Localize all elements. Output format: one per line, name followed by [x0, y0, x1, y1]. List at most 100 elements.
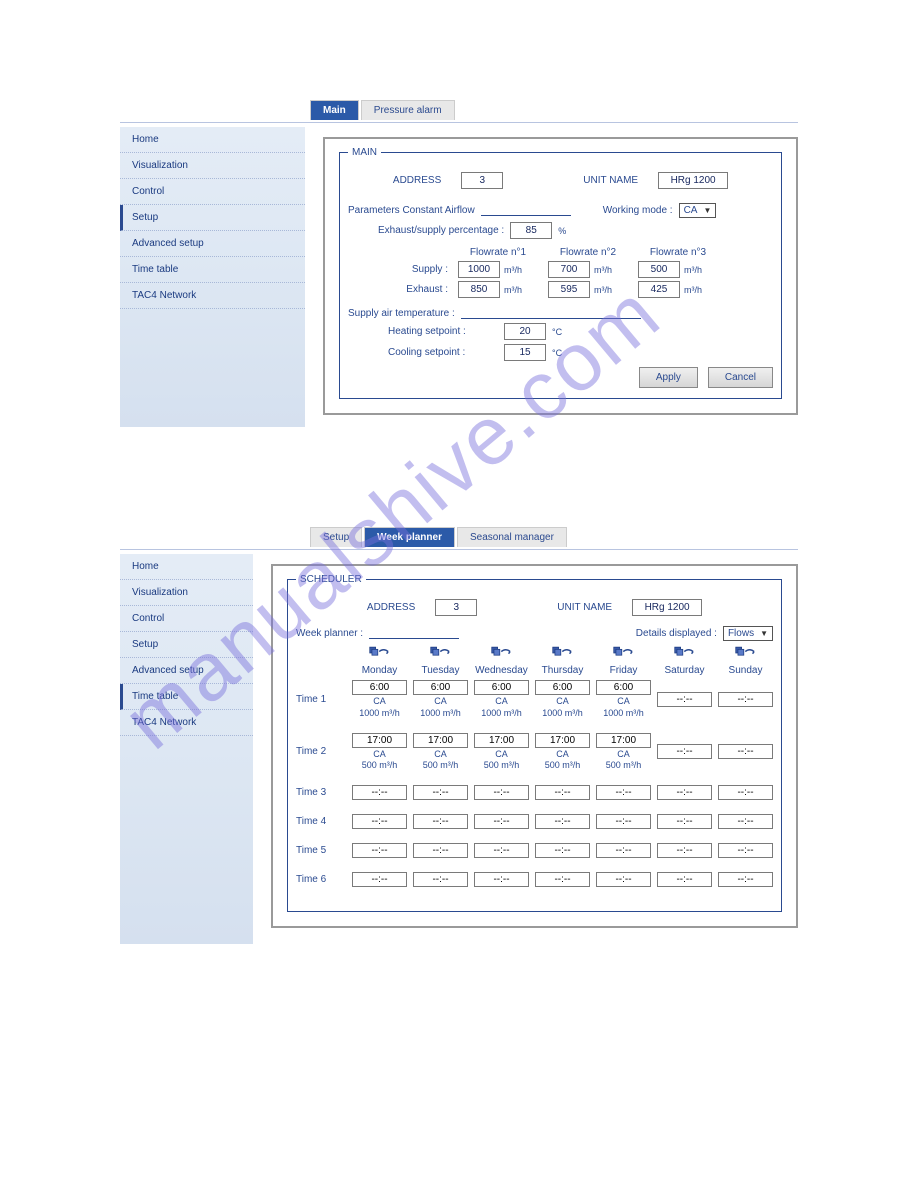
time-cell[interactable]: --:-- — [657, 692, 712, 707]
time-cell[interactable]: --:-- — [657, 843, 712, 858]
copy-day-icon[interactable] — [657, 645, 712, 661]
time-cell[interactable]: --:-- — [413, 785, 468, 800]
sidebar-item-visualization[interactable]: Visualization — [120, 153, 305, 179]
time-cell[interactable]: 17:00 — [352, 733, 407, 748]
time-cell-mode: CA — [352, 749, 407, 760]
time-cell[interactable]: --:-- — [535, 814, 590, 829]
exhaust-1[interactable]: 850 — [458, 281, 500, 298]
cool-value[interactable]: 15 — [504, 344, 546, 361]
time-cell[interactable]: 6:00 — [474, 680, 529, 695]
address-value[interactable]: 3 — [461, 172, 503, 189]
sidebar-item-home[interactable]: Home — [120, 554, 253, 580]
sat-label: Supply air temperature : — [348, 308, 455, 319]
time-cell[interactable]: --:-- — [413, 843, 468, 858]
time-cell[interactable]: --:-- — [352, 785, 407, 800]
sidebar-item-setup[interactable]: Setup — [120, 632, 253, 658]
time-cell[interactable]: --:-- — [596, 872, 651, 887]
time-cell[interactable]: --:-- — [718, 872, 773, 887]
time-cell-flow: 1000 m³/h — [474, 708, 529, 719]
heat-unit: °C — [552, 327, 562, 337]
tab-setup[interactable]: Setup — [310, 527, 362, 547]
copy-day-icon[interactable] — [413, 645, 468, 661]
time-cell[interactable]: --:-- — [535, 785, 590, 800]
tab-pressure-alarm[interactable]: Pressure alarm — [361, 100, 455, 120]
time-cell[interactable]: --:-- — [413, 872, 468, 887]
exhaust-2[interactable]: 595 — [548, 281, 590, 298]
time-cell[interactable]: --:-- — [352, 843, 407, 858]
sidebar-item-tac4-network[interactable]: TAC4 Network — [120, 710, 253, 736]
time-cell[interactable]: --:-- — [535, 843, 590, 858]
sidebar-item-advanced-setup[interactable]: Advanced setup — [120, 658, 253, 684]
exhaust-pct-unit: % — [558, 226, 566, 236]
copy-day-icon[interactable] — [718, 645, 773, 661]
time-cell[interactable]: --:-- — [718, 843, 773, 858]
cancel-button[interactable]: Cancel — [708, 367, 773, 388]
time-cell[interactable]: --:-- — [596, 843, 651, 858]
time-cell[interactable]: --:-- — [474, 785, 529, 800]
time-cell[interactable]: --:-- — [535, 872, 590, 887]
sidebar-item-control[interactable]: Control — [120, 179, 305, 205]
time-cell[interactable]: --:-- — [474, 843, 529, 858]
copy-day-icon[interactable] — [352, 645, 407, 661]
supply-1[interactable]: 1000 — [458, 261, 500, 278]
supply-3[interactable]: 500 — [638, 261, 680, 278]
copy-day-icon[interactable] — [596, 645, 651, 661]
time-cell[interactable]: --:-- — [718, 744, 773, 759]
working-mode-select[interactable]: CA▼ — [679, 203, 717, 218]
address-value[interactable]: 3 — [435, 599, 477, 616]
sidebar: HomeVisualizationControlSetupAdvanced se… — [120, 554, 253, 944]
heat-value[interactable]: 20 — [504, 323, 546, 340]
time-cell[interactable]: --:-- — [657, 872, 712, 887]
time-cell[interactable]: --:-- — [474, 872, 529, 887]
time-cell[interactable]: --:-- — [718, 785, 773, 800]
exhaust-3[interactable]: 425 — [638, 281, 680, 298]
tab-seasonal-manager[interactable]: Seasonal manager — [457, 527, 567, 547]
apply-button[interactable]: Apply — [639, 367, 698, 388]
details-select[interactable]: Flows▼ — [723, 626, 773, 641]
sidebar-item-setup[interactable]: Setup — [120, 205, 305, 231]
time-cell[interactable]: 6:00 — [596, 680, 651, 695]
tab-main[interactable]: Main — [310, 100, 359, 120]
time-cell[interactable]: 17:00 — [474, 733, 529, 748]
time-cell[interactable]: --:-- — [718, 814, 773, 829]
unit-name-value[interactable]: HRg 1200 — [658, 172, 728, 189]
time-cell[interactable]: 6:00 — [535, 680, 590, 695]
sidebar-item-time-table[interactable]: Time table — [120, 257, 305, 283]
unit-name-value[interactable]: HRg 1200 — [632, 599, 702, 616]
sidebar-item-tac4-network[interactable]: TAC4 Network — [120, 283, 305, 309]
supply-label: Supply : — [368, 264, 448, 275]
time-cell[interactable]: 17:00 — [413, 733, 468, 748]
sidebar-item-visualization[interactable]: Visualization — [120, 580, 253, 606]
time-cell[interactable]: --:-- — [413, 814, 468, 829]
time-cell-mode: CA — [352, 696, 407, 707]
time-cell[interactable]: --:-- — [657, 785, 712, 800]
time-cell-flow: 1000 m³/h — [352, 708, 407, 719]
time-cell[interactable]: --:-- — [474, 814, 529, 829]
sidebar-item-time-table[interactable]: Time table — [120, 684, 253, 710]
time-cell[interactable]: --:-- — [596, 814, 651, 829]
time-cell[interactable]: 17:00 — [596, 733, 651, 748]
details-label: Details displayed : — [636, 628, 717, 639]
time-cell[interactable]: --:-- — [352, 814, 407, 829]
time-cell[interactable]: --:-- — [657, 744, 712, 759]
sidebar: HomeVisualizationControlSetupAdvanced se… — [120, 127, 305, 427]
sidebar-item-advanced-setup[interactable]: Advanced setup — [120, 231, 305, 257]
time-cell[interactable]: --:-- — [718, 692, 773, 707]
time-cell[interactable]: 17:00 — [535, 733, 590, 748]
copy-day-icon[interactable] — [535, 645, 590, 661]
time-cell[interactable]: 6:00 — [413, 680, 468, 695]
time-cell[interactable]: 6:00 — [352, 680, 407, 695]
time-cell[interactable]: --:-- — [352, 872, 407, 887]
time-cell[interactable]: --:-- — [657, 814, 712, 829]
cool-label: Cooling setpoint : — [388, 347, 498, 358]
tab-week-planner[interactable]: Week planner — [364, 527, 455, 547]
exhaust-label: Exhaust : — [368, 284, 448, 295]
sidebar-item-control[interactable]: Control — [120, 606, 253, 632]
exhaust-pct-value[interactable]: 85 — [510, 222, 552, 239]
copy-day-icon[interactable] — [474, 645, 529, 661]
heat-label: Heating setpoint : — [388, 326, 498, 337]
time-cell[interactable]: --:-- — [596, 785, 651, 800]
scheduler-panel: SCHEDULER ADDRESS 3 UNIT NAME HRg 1200 W… — [271, 564, 798, 928]
supply-2[interactable]: 700 — [548, 261, 590, 278]
sidebar-item-home[interactable]: Home — [120, 127, 305, 153]
